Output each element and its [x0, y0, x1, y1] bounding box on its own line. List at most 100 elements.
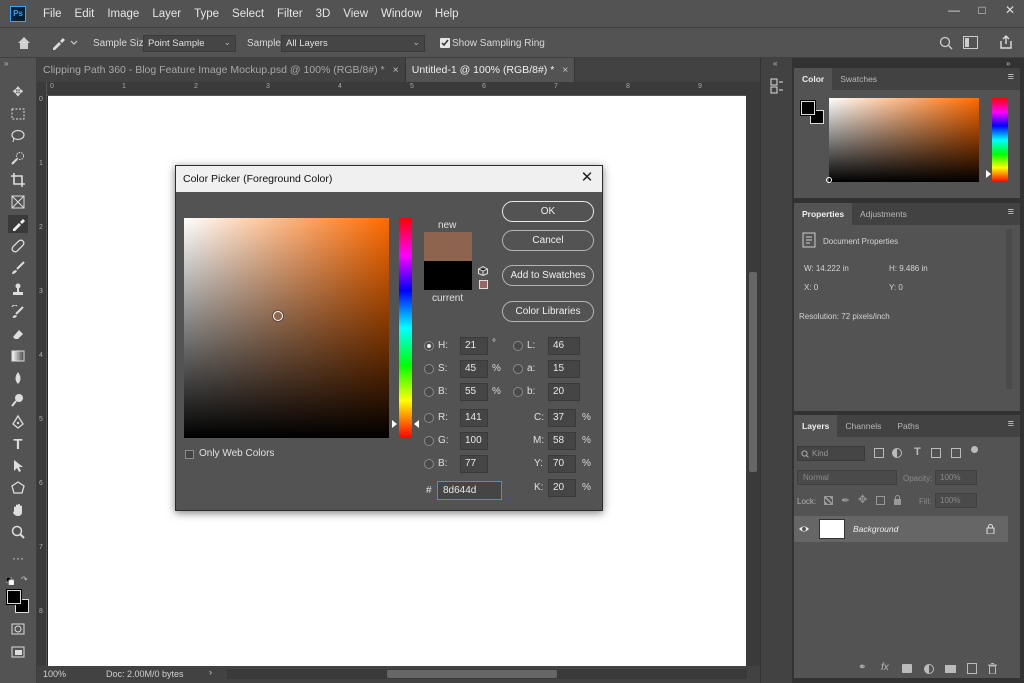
add-mask-icon[interactable]	[902, 664, 912, 673]
properties-scrollbar[interactable]	[1006, 229, 1012, 389]
lock-all-icon[interactable]	[893, 495, 902, 505]
ok-button[interactable]: OK	[502, 201, 594, 222]
lock-image-icon[interactable]: ✒	[841, 494, 850, 507]
lock-transparent-icon[interactable]	[824, 496, 833, 505]
lock-position-icon[interactable]: ✥	[858, 493, 867, 506]
new-layer-icon[interactable]	[967, 663, 977, 674]
collapse-toolbar-icon[interactable]: »	[4, 59, 8, 68]
radio-r[interactable]	[424, 413, 434, 423]
filter-adjustment-icon[interactable]	[892, 448, 902, 458]
panel-foreground-swatch[interactable]	[800, 100, 816, 116]
type-tool-icon[interactable]: T	[8, 435, 28, 453]
blend-mode-select[interactable]: Normal	[797, 470, 897, 485]
radio-h[interactable]	[424, 341, 434, 351]
search-icon[interactable]	[939, 36, 953, 50]
quick-mask-icon[interactable]	[8, 620, 28, 638]
adjustment-layer-icon[interactable]	[924, 664, 934, 674]
current-color-swatch[interactable]	[424, 261, 472, 290]
only-web-colors-label[interactable]: Only Web Colors	[199, 448, 274, 459]
swap-colors-icon[interactable]: ↷	[21, 575, 28, 584]
more-tools-icon[interactable]: ···	[8, 549, 28, 567]
menu-layer[interactable]: Layer	[147, 8, 186, 20]
gradient-tool-icon[interactable]	[8, 347, 28, 365]
input-g[interactable]: 100	[460, 432, 488, 450]
foreground-color-swatch[interactable]	[6, 589, 22, 605]
input-y[interactable]: 70	[548, 455, 576, 473]
radio-lab-b[interactable]	[513, 387, 523, 397]
lasso-tool-icon[interactable]	[8, 127, 28, 145]
eyedropper-tool-preset-icon[interactable]	[50, 35, 80, 51]
input-m[interactable]: 58	[548, 432, 576, 450]
opacity-field[interactable]: 100%	[935, 470, 977, 485]
eyedropper-tool-icon[interactable]	[8, 215, 28, 233]
input-k[interactable]: 20	[548, 479, 576, 497]
input-blue[interactable]: 77	[460, 455, 488, 473]
close-tab-icon[interactable]: ×	[562, 64, 568, 76]
status-menu-arrow-icon[interactable]: ›	[209, 667, 212, 677]
menu-filter[interactable]: Filter	[272, 8, 308, 20]
shape-tool-icon[interactable]	[8, 479, 28, 497]
show-sampling-ring-checkbox[interactable]	[440, 38, 450, 48]
sample-select[interactable]: All Layers ⌄	[281, 35, 425, 52]
panel-menu-icon[interactable]: ≡	[1008, 418, 1014, 430]
menu-help[interactable]: Help	[430, 8, 464, 20]
screen-mode-icon[interactable]	[8, 643, 28, 661]
fill-field[interactable]: 100%	[935, 493, 977, 508]
layer-style-icon[interactable]: fx	[881, 662, 889, 673]
tab-color[interactable]: Color	[794, 68, 833, 90]
history-brush-tool-icon[interactable]	[8, 303, 28, 321]
restore-icon[interactable]: □	[968, 0, 996, 20]
frame-tool-icon[interactable]	[8, 193, 28, 211]
delete-layer-icon[interactable]	[988, 663, 997, 675]
zoom-level[interactable]: 100%	[43, 669, 66, 679]
scrollbar-thumb[interactable]	[749, 272, 757, 472]
input-l[interactable]: 46	[548, 337, 580, 355]
input-a[interactable]: 15	[548, 360, 580, 378]
menu-3d[interactable]: 3D	[311, 8, 336, 20]
tab-channels[interactable]: Channels	[837, 415, 889, 437]
menu-file[interactable]: File	[38, 8, 67, 20]
hue-slider-left-arrow-icon[interactable]	[392, 420, 397, 428]
crop-tool-icon[interactable]	[8, 171, 28, 189]
menu-window[interactable]: Window	[376, 8, 427, 20]
horizontal-scrollbar[interactable]	[227, 669, 747, 679]
dodge-tool-icon[interactable]	[8, 391, 28, 409]
input-lab-b[interactable]: 20	[548, 383, 580, 401]
clone-stamp-tool-icon[interactable]	[8, 281, 28, 299]
radio-s[interactable]	[424, 364, 434, 374]
close-dialog-icon[interactable]: ✕	[578, 169, 596, 187]
panel-menu-icon[interactable]: ≡	[1008, 206, 1014, 218]
layer-filter-kind[interactable]: Kind	[797, 446, 865, 461]
filter-type-icon[interactable]: T	[914, 446, 921, 458]
close-window-icon[interactable]: ✕	[996, 0, 1024, 20]
color-libraries-button[interactable]: Color Libraries	[502, 301, 594, 322]
input-s[interactable]: 45	[460, 360, 488, 378]
link-layers-icon[interactable]: ⚭	[858, 662, 866, 673]
share-icon[interactable]	[998, 34, 1014, 50]
input-r[interactable]: 141	[460, 409, 488, 427]
menu-view[interactable]: View	[338, 8, 373, 20]
radio-blue[interactable]	[424, 459, 434, 469]
workspace-icon[interactable]	[963, 36, 978, 49]
close-tab-icon[interactable]: ×	[393, 64, 399, 76]
new-group-icon[interactable]	[945, 665, 956, 673]
tab-properties[interactable]: Properties	[794, 203, 853, 225]
hand-tool-icon[interactable]	[8, 501, 28, 519]
filter-pixel-icon[interactable]	[874, 448, 884, 458]
filter-smart-object-icon[interactable]	[951, 448, 961, 458]
filter-toggle-icon[interactable]	[971, 446, 978, 453]
input-c[interactable]: 37	[548, 409, 576, 427]
color-field-marker[interactable]	[273, 311, 283, 321]
path-selection-tool-icon[interactable]	[8, 457, 28, 475]
menu-type[interactable]: Type	[189, 8, 224, 20]
tab-layers[interactable]: Layers	[794, 415, 838, 437]
visibility-eye-icon[interactable]	[798, 523, 810, 535]
minimize-icon[interactable]: —	[940, 0, 968, 20]
color-field[interactable]	[184, 218, 389, 438]
expand-panels-icon[interactable]: «	[773, 59, 777, 68]
healing-brush-tool-icon[interactable]	[8, 237, 28, 255]
hue-slider[interactable]	[399, 218, 412, 438]
input-h[interactable]: 21	[460, 337, 488, 355]
default-colors-icon[interactable]	[5, 576, 15, 586]
only-web-colors-checkbox[interactable]	[185, 450, 194, 459]
